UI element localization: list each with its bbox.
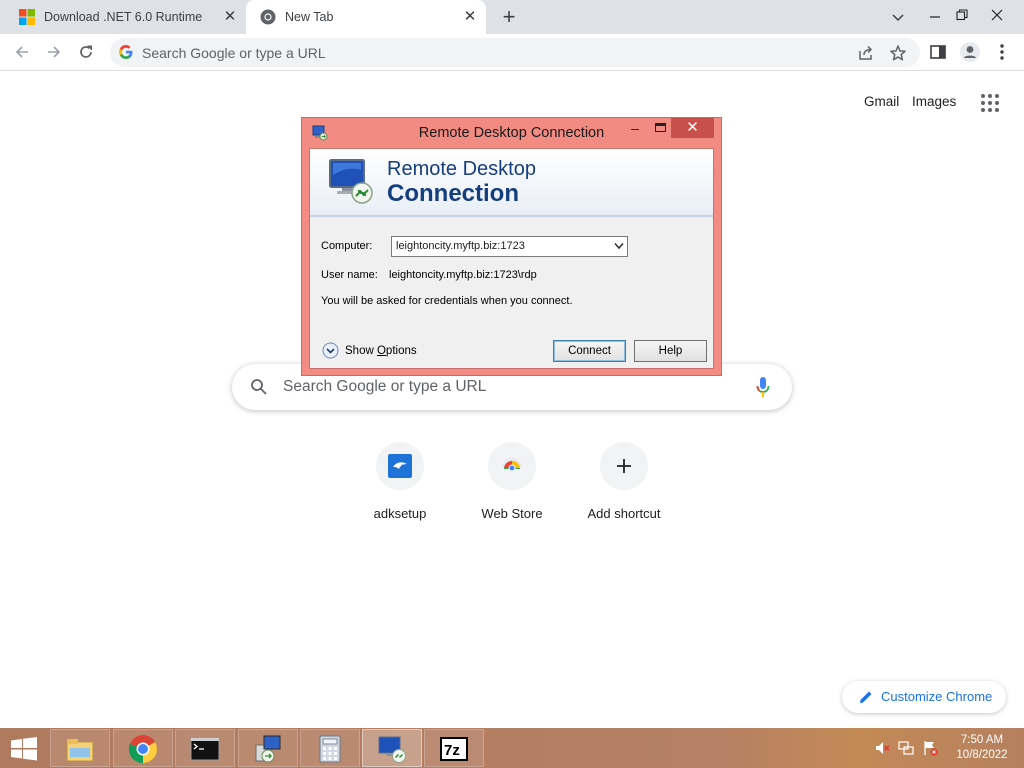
browser-toolbar: Search Google or type a URL xyxy=(0,34,1024,71)
windows-taskbar: 7z 7:50 AM 10/8/2022 xyxy=(0,728,1024,768)
dialog-minimize-button[interactable]: – xyxy=(624,119,646,139)
taskbar-file-explorer[interactable] xyxy=(50,729,110,767)
chrome-icon xyxy=(260,9,276,25)
computer-label: Computer: xyxy=(321,240,373,252)
voice-search-mic-icon[interactable] xyxy=(756,376,770,398)
expand-options-icon xyxy=(322,342,339,359)
tab-download-dotnet[interactable]: Download .NET 6.0 Runtime ✕ xyxy=(0,0,246,34)
show-options-label: Show Options xyxy=(345,344,417,357)
back-arrow-icon xyxy=(15,46,28,58)
add-shortcut-button[interactable]: Add shortcut xyxy=(569,442,679,521)
share-icon[interactable] xyxy=(857,44,875,62)
computer-combobox[interactable]: leightoncity.myftp.biz:1723 xyxy=(391,236,628,257)
system-clock[interactable]: 7:50 AM 10/8/2022 xyxy=(951,733,1013,763)
taskbar-remote-desktop-setup[interactable] xyxy=(238,729,298,767)
banner-title-line2: Connection xyxy=(387,180,519,207)
show-options-toggle[interactable]: Show Options xyxy=(322,342,417,359)
remote-desktop-setup-icon xyxy=(255,735,281,763)
shortcut-web-store[interactable]: Web Store xyxy=(457,442,567,521)
forward-arrow-icon xyxy=(48,46,61,58)
tab-search-chevron-icon[interactable] xyxy=(881,0,915,34)
taskbar-remote-desktop-connection[interactable] xyxy=(362,729,422,767)
7zip-icon: 7z xyxy=(440,737,468,761)
dialog-maximize-button[interactable] xyxy=(649,119,671,139)
remote-desktop-connection-dialog: Remote Desktop Connection – ✕ Remote Des… xyxy=(301,117,722,376)
dialog-banner: Remote Desktop Connection xyxy=(310,149,713,217)
new-tab-button[interactable]: + xyxy=(499,6,519,28)
computer-value: leightoncity.myftp.biz:1723 xyxy=(396,240,525,252)
credentials-info-text: You will be asked for credentials when y… xyxy=(321,295,573,307)
profile-avatar-icon[interactable] xyxy=(959,41,981,63)
reload-icon xyxy=(80,45,92,58)
shortcut-label: Web Store xyxy=(481,506,543,521)
username-label: User name: xyxy=(321,269,378,281)
restore-window-button[interactable] xyxy=(945,0,979,34)
help-button[interactable]: Help xyxy=(634,340,707,362)
chrome-web-store-icon xyxy=(502,458,522,472)
taskbar-chrome[interactable] xyxy=(113,729,173,767)
tab-title: Download .NET 6.0 Runtime xyxy=(44,10,203,24)
chrome-menu-icon[interactable] xyxy=(992,42,1012,62)
shortcut-label: Add shortcut xyxy=(587,506,661,521)
gmail-link[interactable]: Gmail xyxy=(864,94,899,109)
windows-start-icon[interactable] xyxy=(10,737,38,761)
reload-button[interactable] xyxy=(74,40,98,64)
google-apps-icon[interactable] xyxy=(981,94,999,112)
network-icon[interactable] xyxy=(898,740,914,756)
clock-time: 7:50 AM xyxy=(960,734,1004,746)
dialog-client-area: Remote Desktop Connection Computer: leig… xyxy=(309,148,714,369)
volume-muted-icon[interactable] xyxy=(874,740,890,756)
shortcut-label: adksetup xyxy=(373,506,427,521)
images-link[interactable]: Images xyxy=(912,94,956,109)
shortcut-adksetup[interactable]: adksetup xyxy=(345,442,455,521)
action-center-flag-icon[interactable] xyxy=(922,740,938,756)
taskbar-7zip[interactable]: 7z xyxy=(424,729,484,767)
close-window-button[interactable] xyxy=(980,0,1014,34)
google-g-icon xyxy=(119,45,133,59)
username-value: leightoncity.myftp.biz:1723\rdp xyxy=(389,269,537,281)
remote-desktop-connection-icon xyxy=(378,736,406,763)
command-prompt-icon xyxy=(190,737,220,761)
chevron-down-icon[interactable] xyxy=(614,242,624,250)
address-bar-placeholder: Search Google or type a URL xyxy=(142,45,326,61)
tab-new-tab[interactable]: New Tab ✕ xyxy=(246,0,486,34)
tab-title: New Tab xyxy=(285,10,334,24)
connect-button[interactable]: Connect xyxy=(553,340,626,362)
dialog-close-button[interactable]: ✕ xyxy=(671,118,714,138)
search-icon xyxy=(251,379,267,395)
chrome-icon xyxy=(128,735,157,764)
customize-chrome-label: Customize Chrome xyxy=(881,689,993,704)
remote-desktop-connection-icon xyxy=(329,159,373,204)
back-button[interactable] xyxy=(10,40,34,64)
svg-text:7z: 7z xyxy=(444,742,460,759)
close-tab-icon[interactable]: ✕ xyxy=(222,9,238,25)
address-bar[interactable]: Search Google or type a URL xyxy=(110,38,920,67)
customize-chrome-button[interactable]: Customize Chrome xyxy=(842,681,1006,713)
taskbar-command-prompt[interactable] xyxy=(175,729,235,767)
dialog-title-bar[interactable]: Remote Desktop Connection – ✕ xyxy=(302,118,721,148)
banner-title-line1: Remote Desktop xyxy=(387,158,536,180)
close-tab-icon[interactable]: ✕ xyxy=(462,9,478,25)
adksetup-icon xyxy=(388,454,412,478)
taskbar-calculator[interactable] xyxy=(300,729,360,767)
bookmark-star-icon[interactable] xyxy=(889,44,907,62)
pencil-icon xyxy=(860,691,872,703)
plus-icon xyxy=(617,459,631,473)
calculator-icon xyxy=(319,735,341,763)
ntp-search-placeholder: Search Google or type a URL xyxy=(283,378,487,395)
clock-date: 10/8/2022 xyxy=(956,749,1008,761)
file-explorer-icon xyxy=(66,739,94,762)
forward-button[interactable] xyxy=(42,40,66,64)
side-panel-icon[interactable] xyxy=(928,42,948,62)
windows-logo-icon xyxy=(19,9,35,25)
tab-strip: Download .NET 6.0 Runtime ✕ New Tab ✕ + xyxy=(0,0,1024,34)
